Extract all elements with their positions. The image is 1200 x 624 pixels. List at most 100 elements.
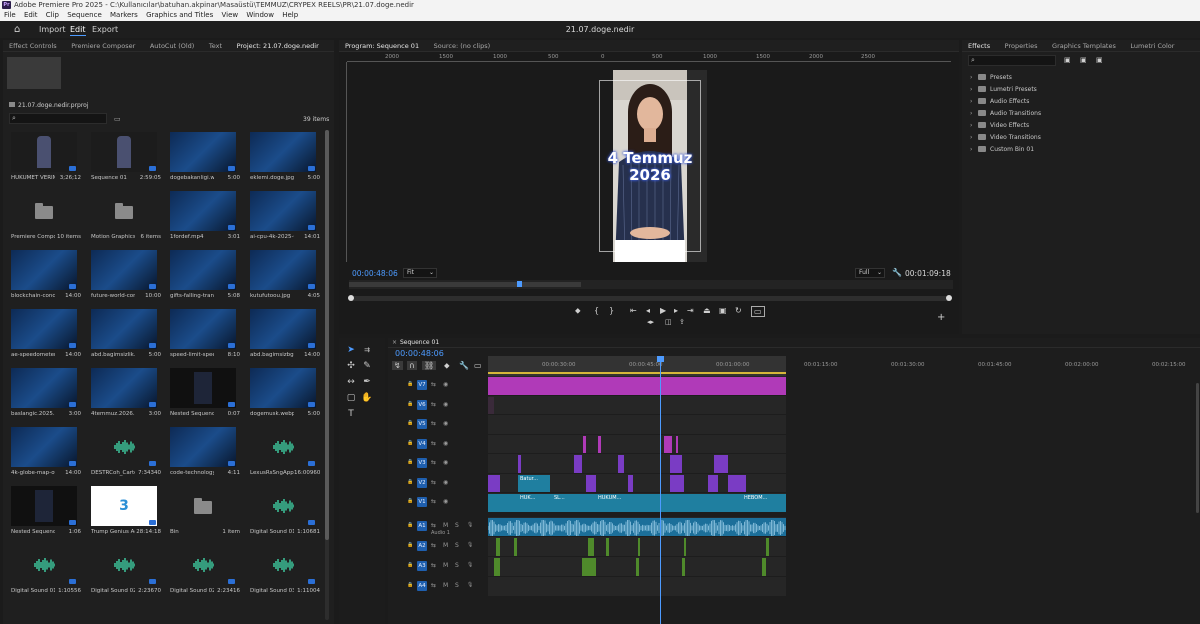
lock-icon[interactable]: 🔒 [407,522,413,528]
project-item[interactable]: 4k-globe-map-of-lar... 14:00 [11,427,83,483]
solo-button[interactable]: S [455,542,459,549]
effects-item-audio-effects[interactable]: › Audio Effects [970,98,1029,105]
razor-tool-icon[interactable]: ✎ [361,360,373,372]
home-icon[interactable]: ⌂ [14,24,20,35]
clip-a3[interactable] [636,557,639,576]
step-back-icon[interactable]: ◂ [646,306,650,315]
clip-v3[interactable] [714,455,728,473]
solo-button[interactable]: S [455,562,459,569]
type-tool-icon[interactable]: T [345,408,357,420]
sync-lock-icon[interactable]: ⇆ [431,562,436,569]
effects-item-presets[interactable]: › Presets [970,74,1012,81]
project-item[interactable]: Sequence 01 2:59:05 [91,132,163,188]
export-frame-icon[interactable]: ▣ [719,306,727,315]
sync-lock-icon[interactable]: ⇆ [431,420,436,427]
pen-tool-icon[interactable]: ✒ [361,376,373,388]
track-label[interactable]: V3 [417,458,427,468]
safe-margins-icon[interactable]: ▭ [751,306,765,317]
lift-icon[interactable]: ⏏ [703,306,711,315]
yuv-effects-icon[interactable]: ▣ [1096,56,1103,64]
go-to-in-icon[interactable]: ⇤ [630,306,637,315]
project-search-input[interactable]: ⌕ [9,113,107,124]
clip-a2[interactable] [496,537,500,556]
tab-sequence-01[interactable]: Sequence 01 [400,339,439,346]
clip-v2-teal[interactable]: Batur... [518,474,550,492]
clip-a2[interactable] [766,537,769,556]
program-zoom-scrollbar[interactable] [348,295,952,301]
sync-lock-icon[interactable]: ⇆ [431,498,436,505]
project-item[interactable]: HUKUMET VERIM... 3;26;12 [11,132,83,188]
project-item[interactable]: LexusRsSngApp...16:00960 [250,427,322,483]
clip-a3[interactable] [762,557,766,576]
selection-tool-icon[interactable]: ➤ [345,344,357,356]
tab-properties[interactable]: Properties [999,40,1044,51]
clip-a2[interactable] [588,537,594,556]
menu-graphics-and-titles[interactable]: Graphics and Titles [146,10,213,21]
project-item[interactable]: Bin 1 item [170,486,242,542]
menu-window[interactable]: Window [246,10,274,21]
clip-a2[interactable] [514,537,517,556]
menu-edit[interactable]: Edit [24,10,38,21]
clip-a3[interactable] [592,557,596,576]
solo-button[interactable]: S [455,582,459,589]
clip-v4[interactable] [664,435,672,453]
loop-icon[interactable]: ↻ [735,306,742,315]
mini-playhead[interactable] [517,281,522,287]
track-label[interactable]: V1 [417,497,427,507]
track-label[interactable]: A3 [417,560,427,571]
menu-markers[interactable]: Markers [110,10,138,21]
track-label[interactable]: A1 [417,520,427,531]
clip-v6[interactable] [488,396,494,414]
clip-v2[interactable] [670,474,684,492]
solo-button[interactable]: S [455,522,459,529]
clip-v3[interactable] [670,455,682,473]
work-area-bar[interactable] [488,372,786,374]
clip-v3[interactable] [574,455,582,473]
project-item[interactable]: Digital Sound 01...1:10556 [11,545,83,601]
project-item[interactable]: eklemi.doge.jpg 5:00 [250,132,322,188]
lock-icon[interactable]: 🔒 [407,582,413,588]
clip-v4[interactable] [598,435,601,453]
tab-source-monitor[interactable]: Source: (no clips) [428,40,497,51]
track-label[interactable]: V7 [417,380,427,390]
project-item[interactable]: ai-cpu-4k-2025-01-1... 14:01 [250,191,322,247]
track-lane[interactable] [488,395,786,414]
mark-out-icon[interactable]: } [609,306,614,315]
eye-icon[interactable]: ◉ [443,401,448,408]
project-item[interactable]: dogebakanligi.webp 5:00 [170,132,242,188]
project-item[interactable]: DESTRCoh_Carto...7:34340 [91,427,163,483]
track-label[interactable]: A2 [417,540,427,551]
tab-effects[interactable]: Effects [962,40,996,51]
track-lane[interactable] [488,536,786,556]
project-item[interactable]: ae-speedometer-and-... 14:00 [11,309,83,365]
effects-item-audio-transitions[interactable]: › Audio Transitions [970,110,1041,117]
clip-a2[interactable] [684,537,686,556]
effects-item-lumetri-presets[interactable]: › Lumetri Presets [970,86,1037,93]
ripple-edit-tool-icon[interactable]: ✣ [345,360,357,372]
wrench-icon[interactable]: 🔧 [892,268,902,277]
track-label[interactable]: A4 [417,580,427,591]
sync-lock-icon[interactable]: ⇆ [431,440,436,447]
add-marker-icon[interactable]: ⬥ [575,306,581,316]
track-label[interactable]: V6 [417,399,427,410]
eye-icon[interactable]: ◉ [443,381,448,388]
lock-icon[interactable]: 🔒 [407,542,413,548]
sync-lock-icon[interactable]: ⇆ [431,459,436,466]
track-label[interactable]: V2 [417,477,427,488]
track-lane[interactable] [488,454,786,473]
clip-v4[interactable] [676,435,678,453]
project-item[interactable]: abd.bagimsizlik.jpg 5:00 [91,309,163,365]
project-item[interactable]: Premiere Compo...10 items [11,191,83,247]
project-item[interactable]: Digital Sound 01...1:10681 [250,486,322,542]
project-item[interactable]: Nested Sequence 01 0:07 [170,368,242,424]
button-editor-plus-icon[interactable]: + [937,312,945,323]
project-item[interactable]: Digital Sound 03...1:11004 [250,545,322,601]
mark-in-icon[interactable]: { [594,306,599,315]
tab-lumetri-color[interactable]: Lumetri Color [1124,40,1180,51]
track-lane[interactable] [488,434,786,453]
close-icon[interactable]: × [392,339,397,346]
nest-toggle-icon[interactable]: ↯ [392,361,403,370]
lock-icon[interactable]: 🔒 [407,440,413,446]
clip-a2[interactable] [606,537,609,556]
effects-item-video-effects[interactable]: › Video Effects [970,122,1029,129]
